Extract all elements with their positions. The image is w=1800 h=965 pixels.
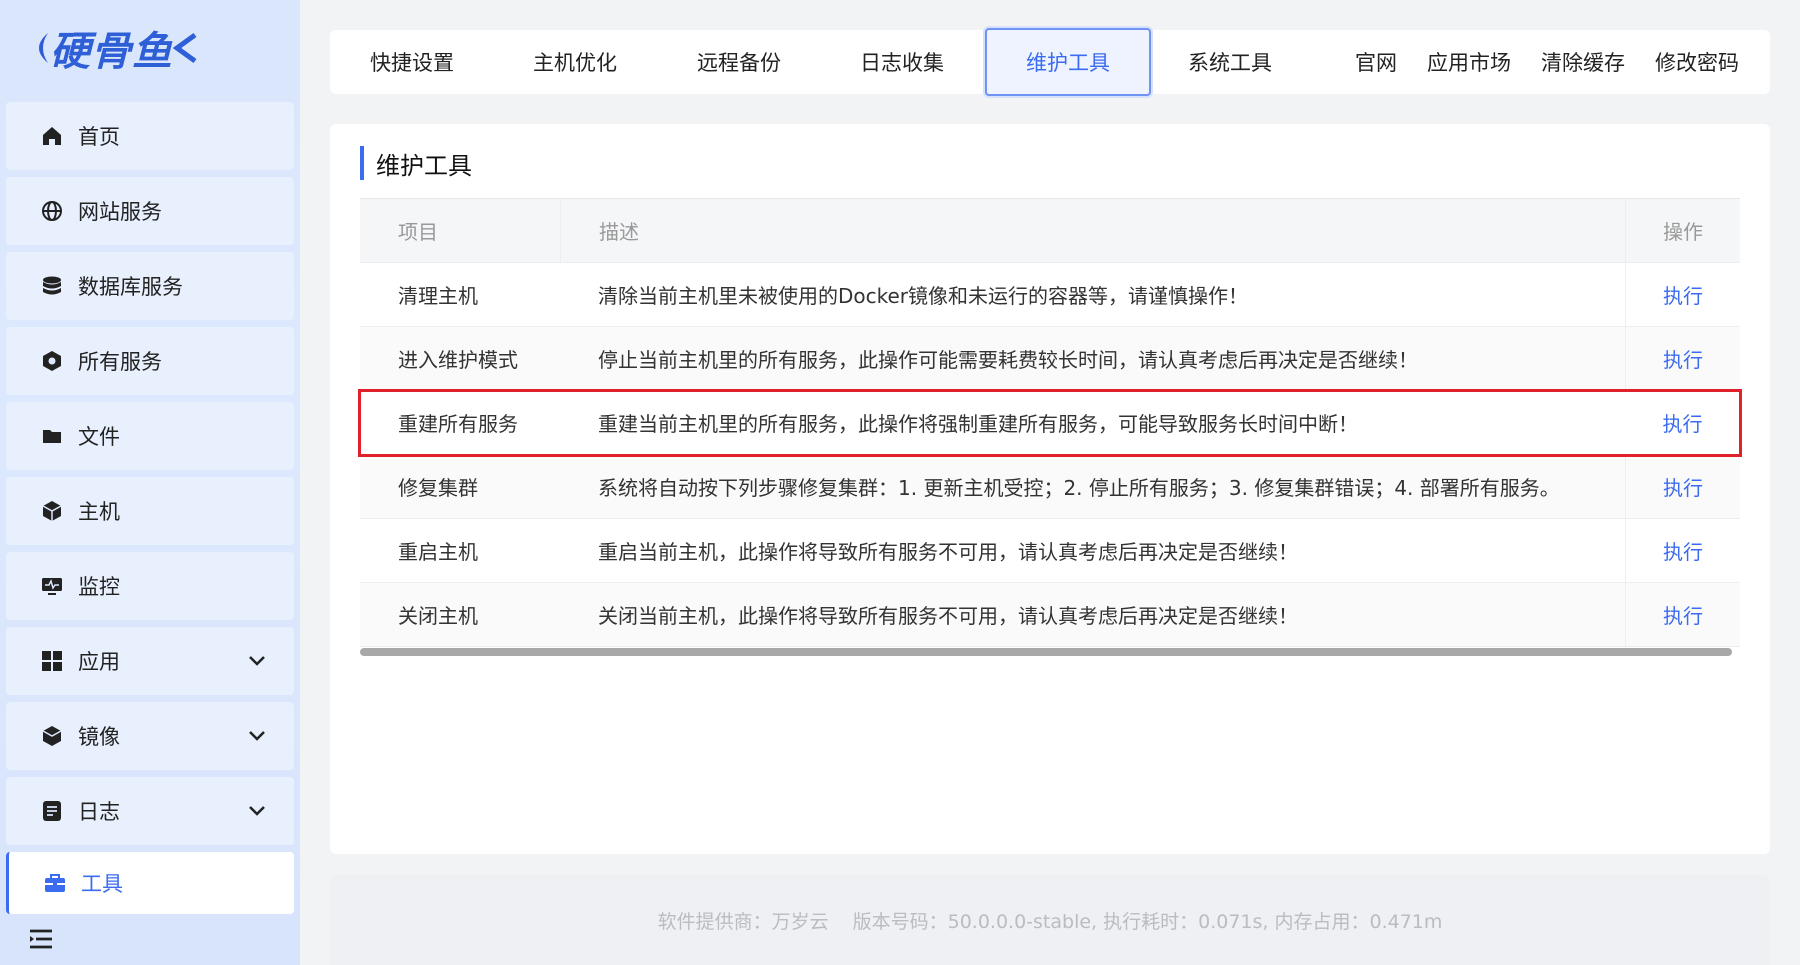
sidebar-item-label: 主机	[78, 500, 120, 524]
link-official-site[interactable]: 官网	[1355, 30, 1397, 94]
sidebar-item-label: 工具	[81, 872, 123, 896]
sidebar-item-database-services[interactable]: 数据库服务	[6, 252, 294, 320]
database-icon	[40, 274, 64, 298]
table-row: 修复集群 系统将自动按下列步骤修复集群：1. 更新主机受控；2. 停止所有服务；…	[360, 455, 1740, 519]
row-name: 修复集群	[398, 476, 478, 500]
execute-button[interactable]: 执行	[1663, 280, 1703, 309]
sidebar-item-host[interactable]: 主机	[6, 477, 294, 545]
row-name: 进入维护模式	[398, 348, 518, 372]
sidebar-item-home[interactable]: 首页	[6, 102, 294, 170]
table-row: 重建所有服务 重建当前主机里的所有服务，此操作将强制重建所有服务，可能导致服务长…	[358, 389, 1742, 457]
footer-version-info: 版本号码：50.0.0.0-stable, 执行耗时：0.071s, 内存占用：…	[852, 910, 1443, 933]
table-row: 进入维护模式 停止当前主机里的所有服务，此操作可能需要耗费较长时间，请认真考虑后…	[360, 327, 1740, 391]
chevron-down-icon	[249, 806, 265, 816]
link-app-market[interactable]: 应用市场	[1427, 30, 1511, 94]
row-op: 执行	[1625, 263, 1740, 326]
table-header: 项目 描述 操作	[360, 199, 1740, 263]
sidebar-item-label: 网站服务	[78, 200, 162, 224]
sidebar-item-tools[interactable]: 工具	[6, 852, 294, 914]
sidebar-item-label: 文件	[78, 425, 120, 449]
execute-button[interactable]: 执行	[1663, 536, 1703, 565]
logo-fish-icon	[39, 33, 48, 63]
monitor-icon	[40, 574, 64, 598]
page-title: 维护工具	[360, 146, 472, 180]
tab-quick-settings[interactable]: 快捷设置	[350, 30, 474, 94]
tab-system-tools[interactable]: 系统工具	[1168, 30, 1292, 94]
execute-button[interactable]: 执行	[1663, 344, 1703, 373]
row-desc: 重建当前主机里的所有服务，此操作将强制重建所有服务，可能导致服务长时间中断！	[598, 412, 1358, 436]
table-row: 关闭主机 关闭当前主机，此操作将导致所有服务不可用，请认真考虑后再决定是否继续！…	[360, 583, 1740, 647]
menu-collapse-icon[interactable]	[28, 928, 54, 950]
row-name: 重建所有服务	[398, 412, 518, 436]
sidebar-item-label: 日志	[78, 800, 120, 824]
sidebar-item-apps[interactable]: 应用	[6, 627, 294, 695]
tab-log-collection[interactable]: 日志收集	[840, 30, 964, 94]
link-change-password[interactable]: 修改密码	[1655, 30, 1739, 94]
row-desc: 停止当前主机里的所有服务，此操作可能需要耗费较长时间，请认真考虑后再决定是否继续…	[598, 348, 1418, 372]
home-icon	[40, 124, 64, 148]
cube-icon	[40, 499, 64, 523]
main-card: 维护工具 项目 描述 操作 清理主机 清除当前主机里未被使用的Docker镜像和…	[330, 124, 1770, 854]
link-clear-cache[interactable]: 清除缓存	[1541, 30, 1625, 94]
toolbox-icon	[43, 871, 67, 895]
row-op: 执行	[1625, 391, 1740, 454]
sidebar-item-label: 镜像	[78, 725, 120, 749]
logo-tail-icon	[173, 32, 197, 64]
services-icon	[40, 349, 64, 373]
sidebar-item-monitor[interactable]: 监控	[6, 552, 294, 620]
sidebar-item-files[interactable]: 文件	[6, 402, 294, 470]
tab-maintenance-tools[interactable]: 维护工具	[985, 28, 1151, 96]
sidebar-item-images[interactable]: 镜像	[6, 702, 294, 770]
apps-grid-icon	[40, 649, 64, 673]
footer: 软件提供商：万岁云 版本号码：50.0.0.0-stable, 执行耗时：0.0…	[330, 875, 1770, 965]
table-row: 清理主机 清除当前主机里未被使用的Docker镜像和未运行的容器等，请谨慎操作！…	[360, 263, 1740, 327]
row-op: 执行	[1625, 327, 1740, 390]
sidebar-item-logs[interactable]: 日志	[6, 777, 294, 845]
top-nav: 快捷设置 主机优化 远程备份 日志收集 维护工具 系统工具 官网 应用市场 清除…	[330, 28, 1770, 96]
sidebar: 硬骨鱼 首页 网站服务 数据库服务 所有服务 文件 主机 监控 应用 镜像 日志…	[0, 0, 300, 965]
row-op: 执行	[1625, 455, 1740, 518]
log-icon	[40, 799, 64, 823]
row-desc: 关闭当前主机，此操作将导致所有服务不可用，请认真考虑后再决定是否继续！	[598, 604, 1298, 628]
execute-button[interactable]: 执行	[1663, 472, 1703, 501]
tab-host-optimize[interactable]: 主机优化	[513, 30, 637, 94]
globe-icon	[40, 199, 64, 223]
tools-table: 项目 描述 操作 清理主机 清除当前主机里未被使用的Docker镜像和未运行的容…	[358, 198, 1742, 647]
folder-icon	[40, 424, 64, 448]
row-desc: 系统将自动按下列步骤修复集群：1. 更新主机受控；2. 停止所有服务；3. 修复…	[598, 476, 1560, 500]
chevron-down-icon	[249, 656, 265, 666]
sidebar-item-all-services[interactable]: 所有服务	[6, 327, 294, 395]
tab-remote-backup[interactable]: 远程备份	[677, 30, 801, 94]
sidebar-item-label: 监控	[78, 575, 120, 599]
table-row: 重启主机 重启当前主机，此操作将导致所有服务不可用，请认真考虑后再决定是否继续！…	[360, 519, 1740, 583]
sidebar-item-web-services[interactable]: 网站服务	[6, 177, 294, 245]
footer-provider: 软件提供商：万岁云	[657, 910, 829, 933]
logo-text: 硬骨鱼	[50, 28, 173, 75]
box-icon	[40, 724, 64, 748]
header-name: 项目	[398, 220, 438, 244]
execute-button[interactable]: 执行	[1663, 600, 1703, 629]
row-desc: 清除当前主机里未被使用的Docker镜像和未运行的容器等，请谨慎操作！	[598, 284, 1249, 308]
row-name: 关闭主机	[398, 604, 478, 628]
sidebar-item-label: 数据库服务	[78, 275, 183, 299]
row-name: 重启主机	[398, 540, 478, 564]
logo[interactable]: 硬骨鱼	[28, 18, 228, 78]
header-op: 操作	[1625, 199, 1740, 262]
row-desc: 重启当前主机，此操作将导致所有服务不可用，请认真考虑后再决定是否继续！	[598, 540, 1298, 564]
row-op: 执行	[1625, 583, 1740, 646]
row-name: 清理主机	[398, 284, 478, 308]
horizontal-scrollbar[interactable]	[360, 648, 1732, 656]
sidebar-item-label: 所有服务	[78, 350, 162, 374]
header-desc: 描述	[560, 199, 1610, 262]
execute-button[interactable]: 执行	[1663, 408, 1703, 437]
sidebar-item-label: 首页	[78, 125, 120, 149]
sidebar-item-label: 应用	[78, 650, 120, 674]
chevron-down-icon	[249, 731, 265, 741]
row-op: 执行	[1625, 519, 1740, 582]
